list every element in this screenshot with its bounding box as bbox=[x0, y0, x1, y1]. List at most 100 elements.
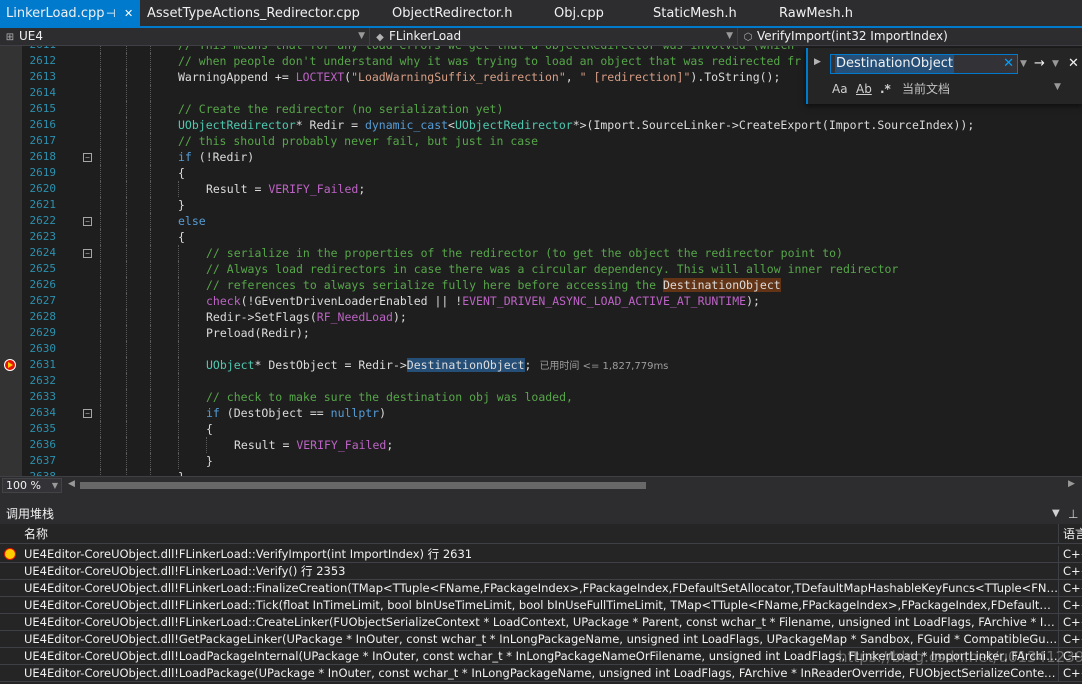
frame-language: C++ bbox=[1058, 665, 1082, 681]
indent-guide bbox=[100, 453, 101, 469]
code-line[interactable]: 2625 // Always load redirectors in case t… bbox=[0, 261, 1082, 277]
zoom-level: 100 % bbox=[6, 479, 41, 492]
column-header-name[interactable]: 名称 bbox=[24, 524, 48, 544]
indent-guide bbox=[126, 437, 127, 453]
indent-guide bbox=[100, 46, 101, 53]
code-line[interactable]: 2623 { bbox=[0, 229, 1082, 245]
code-line[interactable]: 2633 // check to make sure the destinatio… bbox=[0, 389, 1082, 405]
search-scope-dropdown[interactable]: 当前文档 bbox=[902, 81, 950, 97]
call-stack-row[interactable]: UE4Editor-CoreUObject.dll!FLinkerLoad::C… bbox=[0, 614, 1082, 631]
code-line[interactable]: 2621} bbox=[0, 197, 1082, 213]
code-line[interactable]: 2616 UObjectRedirector* Redir = dynamic_c… bbox=[0, 117, 1082, 133]
tab-linkerload-cpp[interactable]: LinkerLoad.cpp ⊣ ✕ bbox=[0, 0, 140, 26]
call-stack-row[interactable]: UE4Editor-CoreUObject.dll!LoadPackage(UP… bbox=[0, 665, 1082, 682]
code-text: Preload(Redir); bbox=[206, 325, 310, 341]
row-indicator bbox=[0, 597, 22, 613]
whole-word-toggle[interactable]: Ab bbox=[856, 81, 872, 97]
line-number: 2637 bbox=[29, 454, 57, 467]
indent-guide bbox=[126, 261, 127, 277]
indent-guide bbox=[150, 46, 151, 53]
pin-icon[interactable]: ⊥ bbox=[1068, 504, 1078, 524]
code-line[interactable]: 2627 check(!GEventDrivenLoaderEnabled || … bbox=[0, 293, 1082, 309]
collapse-icon[interactable]: − bbox=[83, 249, 92, 258]
code-token: UObjectRedirector bbox=[178, 118, 296, 132]
call-stack-row[interactable]: UE4Editor-CoreUObject.dll!FLinkerLoad::F… bbox=[0, 580, 1082, 597]
indent-guide bbox=[100, 181, 101, 197]
call-stack-row[interactable]: UE4Editor-CoreUObject.dll!FLinkerLoad::V… bbox=[0, 546, 1082, 563]
code-line[interactable]: 2624 − // serialize in the properties of t… bbox=[0, 245, 1082, 261]
project-dropdown[interactable]: ⊞ UE4 ▼ bbox=[0, 28, 370, 45]
code-token: " [redirection]" bbox=[579, 70, 691, 84]
history-dropdown-icon[interactable]: ▼ bbox=[1020, 54, 1027, 74]
panel-title-bar: 调用堆栈 ▼ ⊥ bbox=[0, 504, 1082, 524]
code-token: ) bbox=[379, 406, 387, 420]
code-line[interactable]: 2636 Result = VERIFY_Failed; bbox=[0, 437, 1082, 453]
code-token: , bbox=[565, 70, 580, 84]
call-stack-row[interactable]: UE4Editor-CoreUObject.dll!FLinkerLoad::T… bbox=[0, 597, 1082, 614]
tab-objectredirector-h[interactable]: ObjectRedirector.h bbox=[392, 0, 512, 26]
code-line[interactable]: 2635 { bbox=[0, 421, 1082, 437]
pin-icon[interactable]: ⊣ bbox=[106, 0, 116, 28]
collapse-icon[interactable]: − bbox=[83, 409, 92, 418]
code-line[interactable]: 2629 Preload(Redir); bbox=[0, 325, 1082, 341]
panel-menu-icon[interactable]: ▼ bbox=[1052, 504, 1060, 524]
code-line[interactable]: 2626 // references to always serialize fu… bbox=[0, 277, 1082, 293]
code-line[interactable]: 2622 − else bbox=[0, 213, 1082, 229]
code-token: (DestObject == bbox=[219, 406, 331, 420]
indent-guide bbox=[126, 69, 127, 85]
code-line[interactable]: 2620 Result = VERIFY_Failed; bbox=[0, 181, 1082, 197]
breakpoint-current-statement-icon[interactable] bbox=[4, 359, 16, 371]
column-header-language[interactable]: 语言 bbox=[1058, 524, 1082, 544]
close-find-icon[interactable]: ✕ bbox=[1068, 54, 1079, 74]
code-line[interactable]: 2618 − if (!Redir) bbox=[0, 149, 1082, 165]
code-line[interactable]: 2628 Redir->SetFlags(RF_NeedLoad); bbox=[0, 309, 1082, 325]
code-line[interactable]: 2632 bbox=[0, 373, 1082, 389]
code-token: ); bbox=[392, 310, 407, 324]
indent-guide bbox=[150, 85, 151, 101]
code-line[interactable]: 2630 bbox=[0, 341, 1082, 357]
member-dropdown[interactable]: ⬡ VerifyImport(int32 ImportIndex) bbox=[738, 28, 1082, 45]
code-token: { bbox=[178, 166, 185, 180]
perf-tip[interactable]: 已用时间 <= 1,827,779ms bbox=[539, 361, 668, 372]
code-line[interactable]: 2619 { bbox=[0, 165, 1082, 181]
close-icon[interactable]: ✕ bbox=[124, 0, 133, 28]
code-line[interactable]: 2631 UObject* DestObject = Redir->Destina… bbox=[0, 357, 1082, 373]
clear-icon[interactable]: ✕ bbox=[1003, 55, 1014, 73]
code-text: // check to make sure the destination ob… bbox=[206, 389, 573, 405]
code-line[interactable]: 2634 − if (DestObject == nullptr) bbox=[0, 405, 1082, 421]
tab-rawmesh-h[interactable]: RawMesh.h bbox=[779, 0, 853, 26]
line-number: 2619 bbox=[29, 166, 57, 179]
find-next-icon[interactable]: → bbox=[1034, 54, 1045, 74]
code-text: // Create the redirector (no serializati… bbox=[178, 101, 503, 117]
code-token: EVENT_DRIVEN_ASYNC_LOAD_ACTIVE_AT_RUNTIM… bbox=[462, 294, 747, 308]
find-input[interactable]: DestinationObject ✕ bbox=[830, 54, 1018, 74]
code-line[interactable]: 2617 // this should probably never fail, … bbox=[0, 133, 1082, 149]
tab-assettypeactions-redirector-cpp[interactable]: AssetTypeActions_Redirector.cpp bbox=[147, 0, 360, 26]
code-token: (!Redir) bbox=[191, 150, 255, 164]
tab-obj-cpp[interactable]: Obj.cpp bbox=[554, 0, 604, 26]
scroll-left-icon[interactable]: ◀ bbox=[68, 479, 75, 489]
code-token: } bbox=[206, 454, 213, 468]
scope-dropdown[interactable]: ◆ FLinkerLoad ▼ bbox=[370, 28, 738, 45]
regex-toggle[interactable]: .* bbox=[880, 81, 891, 97]
call-stack-row[interactable]: UE4Editor-CoreUObject.dll!GetPackageLink… bbox=[0, 631, 1082, 648]
indent-guide bbox=[126, 357, 127, 373]
tab-label: AssetTypeActions_Redirector.cpp bbox=[147, 6, 360, 21]
line-number: 2611 bbox=[26, 46, 57, 53]
code-line[interactable]: 2637} bbox=[0, 453, 1082, 469]
code-line[interactable]: 2638} bbox=[0, 469, 1082, 476]
tab-staticmesh-h[interactable]: StaticMesh.h bbox=[653, 0, 737, 26]
call-stack-row[interactable]: UE4Editor-CoreUObject.dll!FLinkerLoad::V… bbox=[0, 563, 1082, 580]
expand-replace-icon[interactable]: ▶ bbox=[814, 57, 821, 67]
indent-guide bbox=[150, 69, 151, 85]
panel-splitter[interactable] bbox=[0, 494, 1082, 504]
horizontal-scrollbar-thumb[interactable] bbox=[80, 482, 646, 489]
match-case-toggle[interactable]: Aa bbox=[832, 81, 848, 97]
collapse-icon[interactable]: − bbox=[83, 217, 92, 226]
scroll-right-icon[interactable]: ▶ bbox=[1068, 479, 1075, 489]
code-token: Result = bbox=[234, 438, 297, 452]
zoom-dropdown[interactable]: 100 % ▼ bbox=[2, 478, 62, 493]
find-options-icon[interactable]: ▼ bbox=[1052, 54, 1059, 74]
collapse-icon[interactable]: − bbox=[83, 153, 92, 162]
code-editor[interactable]: 2611 // This means that for any load erro… bbox=[0, 46, 1082, 476]
